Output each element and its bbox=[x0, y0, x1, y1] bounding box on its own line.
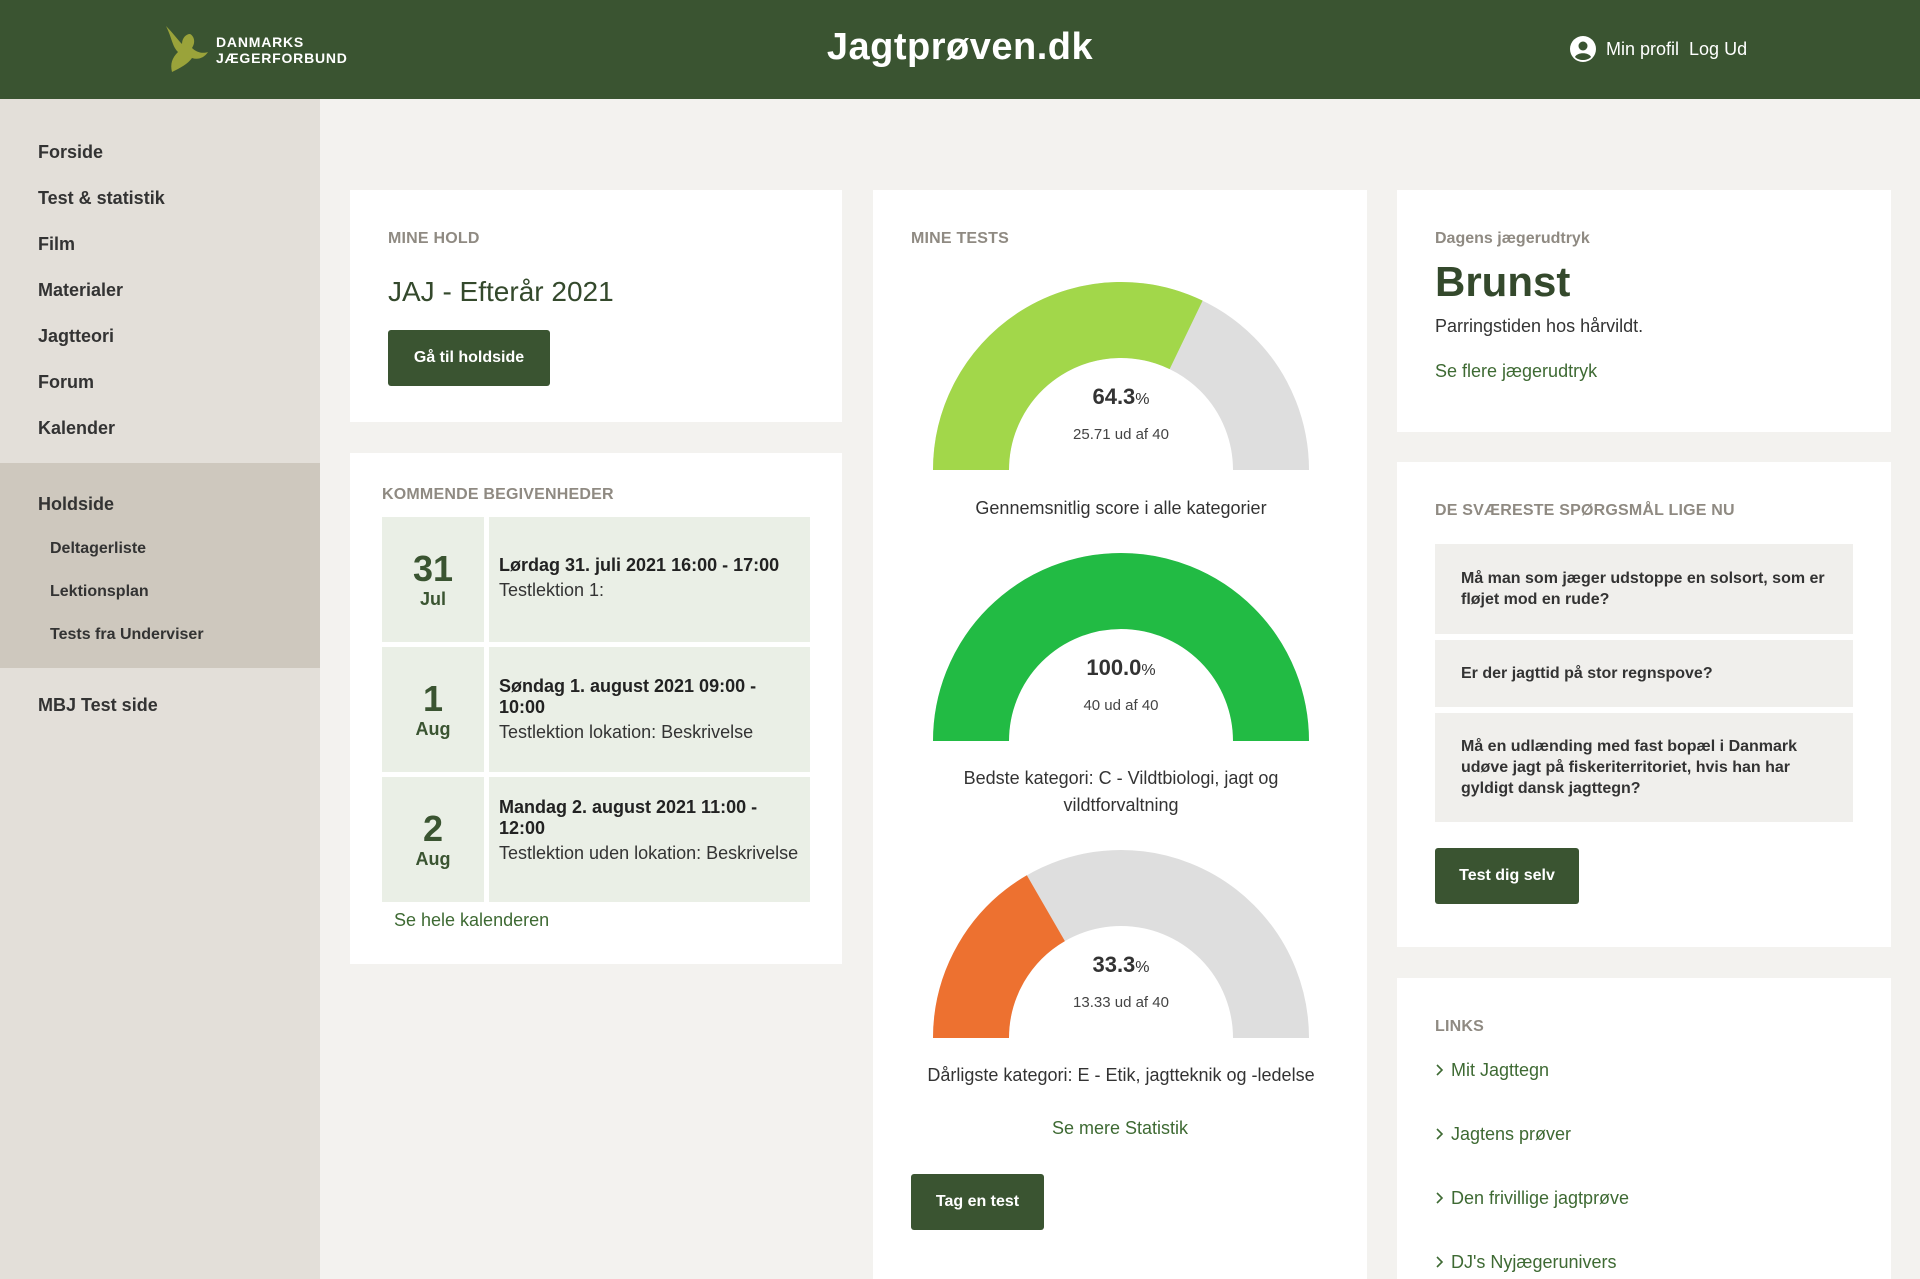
user-profile-icon[interactable] bbox=[1570, 36, 1596, 62]
question-item[interactable]: Må man som jæger udstoppe en solsort, so… bbox=[1435, 544, 1853, 634]
hunter-term-word: Brunst bbox=[1435, 258, 1571, 305]
sidebar-main-nav: Forside Test & statistik Film Materialer… bbox=[0, 99, 320, 451]
links-card: LINKS Mit Jagttegn Jagtens prøver Den fr… bbox=[1397, 978, 1891, 1279]
event-date: 2 Aug bbox=[382, 777, 484, 902]
sidebar: Forside Test & statistik Film Materialer… bbox=[0, 99, 320, 1279]
event-time: Søndag 1. august 2021 09:00 - 10:00 bbox=[499, 676, 757, 717]
question-list: Må man som jæger udstoppe en solsort, so… bbox=[1435, 544, 1853, 822]
hardest-questions-heading: DE SVÆRESTE SPØRGSMÅL LIGE NU bbox=[1435, 502, 1735, 519]
user-menu: Min profil Log Ud bbox=[1570, 36, 1747, 62]
event-list: 31 Jul Lørdag 31. juli 2021 16:00 - 17:0… bbox=[382, 517, 810, 902]
chevron-right-icon bbox=[1436, 1064, 1444, 1076]
link-item[interactable]: Mit Jagttegn bbox=[1435, 1038, 1853, 1102]
event-details: Mandag 2. august 2021 11:00 - 12:00 Test… bbox=[489, 777, 810, 902]
question-item[interactable]: Må en udlænding med fast bopæl i Danmark… bbox=[1435, 713, 1853, 822]
chevron-right-icon bbox=[1436, 1192, 1444, 1204]
event-day: 31 bbox=[412, 548, 454, 589]
event-day: 1 bbox=[422, 678, 444, 719]
gauge-best-caption: Bedste kategori: C - Vildtbiologi, jagt … bbox=[963, 768, 1279, 815]
question-item[interactable]: Er der jagttid på stor regnspove? bbox=[1435, 640, 1853, 707]
gauge-percentage-value: 64.3 bbox=[1092, 384, 1136, 409]
event-day: 2 bbox=[422, 808, 444, 849]
top-header: DANMARKS JÆGERFORBUND Jagtprøven.dk Min … bbox=[0, 0, 1920, 99]
sidebar-subitem-lektionsplan[interactable]: Lektionsplan bbox=[0, 570, 320, 613]
gauge-worst-caption: Dårligste kategori: E - Etik, jagtteknik… bbox=[927, 1065, 1315, 1085]
profile-link[interactable]: Min profil bbox=[1606, 39, 1679, 60]
event-item[interactable]: 2 Aug Mandag 2. august 2021 11:00 - 12:0… bbox=[382, 777, 810, 902]
gauge-percentage-unit: % bbox=[1135, 391, 1150, 408]
event-time: Mandag 2. august 2021 11:00 - 12:00 bbox=[499, 797, 758, 838]
event-details: Søndag 1. august 2021 09:00 - 10:00 Test… bbox=[489, 647, 810, 772]
my-tests-card: MINE TESTS 64.3% 25.71 ud af 40 Gennemsn… bbox=[873, 190, 1367, 1279]
sidebar-item-test-statistik[interactable]: Test & statistik bbox=[0, 175, 320, 221]
gauge-average-caption: Gennemsnitlig score i alle kategorier bbox=[975, 498, 1267, 518]
link-item[interactable]: Jagtens prøver bbox=[1435, 1102, 1853, 1166]
event-description: Testlektion 1: bbox=[499, 580, 605, 600]
sidebar-item-materialer[interactable]: Materialer bbox=[0, 267, 320, 313]
gauge-percentage-unit: % bbox=[1135, 959, 1150, 976]
my-team-heading: MINE HOLD bbox=[388, 230, 480, 247]
sidebar-group-holdside: Holdside Deltagerliste Lektionsplan Test… bbox=[0, 463, 320, 668]
gauge-percentage: 33.3% bbox=[933, 952, 1309, 978]
event-date: 31 Jul bbox=[382, 517, 484, 642]
gauge-worst-category: 33.3% 13.33 ud af 40 bbox=[933, 848, 1309, 1038]
link-item[interactable]: DJ's Nyjægerunivers bbox=[1435, 1230, 1853, 1279]
gauge-percentage: 100.0% bbox=[933, 655, 1309, 681]
event-month: Jul bbox=[419, 589, 446, 609]
link-label: Den frivillige jagtprøve bbox=[1451, 1187, 1630, 1208]
gauge-score: 25.71 ud af 40 bbox=[1073, 426, 1169, 443]
gauge-average: 64.3% 25.71 ud af 40 bbox=[933, 280, 1309, 470]
event-details: Lørdag 31. juli 2021 16:00 - 17:00 Testl… bbox=[489, 517, 810, 642]
sidebar-item-forum[interactable]: Forum bbox=[0, 359, 320, 405]
sidebar-subitem-deltagerliste[interactable]: Deltagerliste bbox=[0, 527, 320, 570]
event-month: Aug bbox=[415, 849, 451, 869]
gauge-score: 40 ud af 40 bbox=[1083, 697, 1159, 714]
chevron-right-icon bbox=[1436, 1256, 1444, 1268]
my-team-card: MINE HOLD JAJ - Efterår 2021 Gå til hold… bbox=[350, 190, 842, 422]
hardest-questions-card: DE SVÆRESTE SPØRGSMÅL LIGE NU Må man som… bbox=[1397, 462, 1891, 947]
links-list: Mit Jagttegn Jagtens prøver Den frivilli… bbox=[1435, 1038, 1853, 1279]
link-label: DJ's Nyjægerunivers bbox=[1451, 1251, 1617, 1272]
go-to-team-button[interactable]: Gå til holdside bbox=[388, 330, 550, 386]
gauge-score: 13.33 ud af 40 bbox=[1073, 994, 1169, 1011]
logout-link[interactable]: Log Ud bbox=[1689, 39, 1747, 60]
upcoming-events-card: KOMMENDE BEGIVENHEDER 31 Jul Lørdag 31. … bbox=[350, 453, 842, 964]
upcoming-events-heading: KOMMENDE BEGIVENHEDER bbox=[382, 486, 614, 503]
gauge-percentage-value: 33.3 bbox=[1092, 952, 1136, 977]
gauge-percentage-value: 100.0 bbox=[1086, 655, 1142, 680]
sidebar-item-jagtteori[interactable]: Jagtteori bbox=[0, 313, 320, 359]
event-item[interactable]: 1 Aug Søndag 1. august 2021 09:00 - 10:0… bbox=[382, 647, 810, 772]
gauge-best-category: 100.0% 40 ud af 40 bbox=[933, 551, 1309, 741]
hunter-term-definition: Parringstiden hos hårvildt. bbox=[1435, 316, 1644, 336]
sidebar-subitem-tests-fra-underviser[interactable]: Tests fra Underviser bbox=[0, 613, 320, 656]
event-date: 1 Aug bbox=[382, 647, 484, 772]
team-name: JAJ - Efterår 2021 bbox=[388, 276, 614, 307]
hunter-term-heading: Dagens jægerudtryk bbox=[1435, 230, 1590, 247]
hunter-term-card: Dagens jægerudtryk Brunst Parringstiden … bbox=[1397, 190, 1891, 432]
sidebar-item-film[interactable]: Film bbox=[0, 221, 320, 267]
event-time: Lørdag 31. juli 2021 16:00 - 17:00 bbox=[499, 555, 780, 575]
sidebar-item-kalender[interactable]: Kalender bbox=[0, 405, 320, 451]
sidebar-item-mbj-test-side[interactable]: MBJ Test side bbox=[0, 682, 320, 728]
gauge-percentage: 64.3% bbox=[933, 384, 1309, 410]
my-tests-heading: MINE TESTS bbox=[911, 230, 1010, 247]
take-test-button[interactable]: Tag en test bbox=[911, 1174, 1044, 1230]
event-item[interactable]: 31 Jul Lørdag 31. juli 2021 16:00 - 17:0… bbox=[382, 517, 810, 642]
link-label: Mit Jagttegn bbox=[1451, 1059, 1550, 1080]
chevron-right-icon bbox=[1436, 1128, 1444, 1140]
event-month: Aug bbox=[415, 719, 451, 739]
event-description: Testlektion uden lokation: Beskrivelse bbox=[499, 843, 799, 863]
sidebar-item-forside[interactable]: Forside bbox=[0, 129, 320, 175]
more-terms-link[interactable]: Se flere jægerudtryk bbox=[1435, 361, 1853, 382]
sidebar-extra-nav: MBJ Test side bbox=[0, 668, 320, 728]
event-description: Testlektion lokation: Beskrivelse bbox=[499, 722, 754, 742]
test-yourself-button[interactable]: Test dig selv bbox=[1435, 848, 1579, 904]
links-heading: LINKS bbox=[1435, 1018, 1484, 1035]
gauge-percentage-unit: % bbox=[1141, 662, 1156, 679]
full-calendar-link[interactable]: Se hele kalenderen bbox=[382, 910, 810, 931]
sidebar-item-holdside[interactable]: Holdside bbox=[0, 481, 320, 527]
more-statistics-link[interactable]: Se mere Statistik bbox=[873, 1118, 1367, 1139]
link-item[interactable]: Den frivillige jagtprøve bbox=[1435, 1166, 1853, 1230]
link-label: Jagtens prøver bbox=[1451, 1123, 1572, 1144]
